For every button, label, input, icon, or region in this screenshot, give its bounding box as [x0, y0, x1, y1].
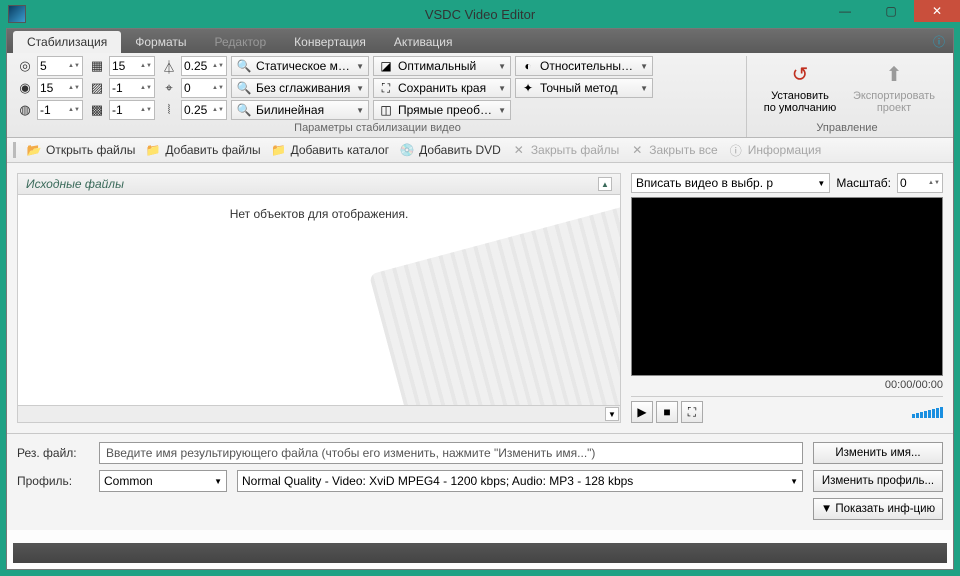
source-files-pane: Исходные файлы ▲ Нет объектов для отобра…	[17, 173, 621, 423]
maximize-button[interactable]: ▢	[868, 0, 914, 22]
help-icon[interactable]: ⓘ	[933, 33, 945, 50]
zoom-icon: 🔍	[236, 103, 252, 117]
tab-convert[interactable]: Конвертация	[280, 31, 380, 53]
folder-open-icon: 📂	[26, 142, 42, 158]
angle-icon: ⏃	[159, 56, 179, 76]
source-files-body[interactable]: Нет объектов для отображения.	[17, 195, 621, 406]
grid-icon: ▦	[87, 56, 107, 76]
close-button[interactable]: ✕	[914, 0, 960, 22]
dd-transform[interactable]: ◫Прямые преобраз▼	[373, 100, 511, 120]
ribbon: ◎5▲▼ ◉15▲▼ ◍-1▲▼ ▦15▲▼ ▨-1▲▼ ▩-1▲▼ ⏃0.25…	[7, 53, 953, 138]
spin-1c[interactable]: -1▲▼	[37, 100, 83, 120]
file-toolbar: 📂Открыть файлы 📁Добавить файлы 📁Добавить…	[7, 138, 953, 163]
ribbon-group-label-2: Управление	[753, 120, 941, 137]
contrast-icon: ◪	[378, 59, 394, 73]
spin-2b[interactable]: -1▲▼	[109, 78, 155, 98]
close-all-button[interactable]: ✕Закрыть все	[629, 142, 717, 158]
bottom-form: Рез. файл: Введите имя результирующего ф…	[7, 433, 953, 530]
dd-optimal[interactable]: ◪Оптимальный▼	[373, 56, 511, 76]
hatch-icon: ▨	[87, 78, 107, 98]
volume-meter[interactable]	[912, 407, 943, 418]
spin-2a[interactable]: 15▲▼	[109, 56, 155, 76]
playback-controls: ▶ ■ ⛶	[631, 401, 943, 423]
status-bar	[13, 543, 947, 563]
spin-1b[interactable]: 15▲▼	[37, 78, 83, 98]
radius-icon: ◎	[15, 56, 35, 76]
titlebar: VSDC Video Editor — ▢ ✕	[0, 0, 960, 28]
collapse-down-icon[interactable]: ▼	[605, 407, 619, 421]
pattern-icon: ▩	[87, 100, 107, 120]
result-file-field[interactable]: Введите имя результирующего файла (чтобы…	[99, 442, 803, 464]
box-icon: ◫	[378, 103, 394, 117]
wave-icon: ⦚	[159, 100, 179, 120]
halfcircle-icon: ◐	[520, 59, 536, 73]
folder-add-icon: 📁	[145, 142, 161, 158]
add-catalog-button[interactable]: 📁Добавить каталог	[271, 142, 390, 158]
undo-icon: ↺	[787, 62, 813, 88]
cross-icon: ⌖	[159, 78, 179, 98]
info-button[interactable]: ⓘИнформация	[728, 142, 821, 158]
stop-button[interactable]: ■	[656, 401, 678, 423]
show-info-button[interactable]: ▼ Показать инф-цию	[813, 498, 943, 520]
profile-select[interactable]: Common▼	[99, 470, 227, 492]
close-files-icon: ✕	[511, 142, 527, 158]
fit-video-dropdown[interactable]: Вписать видео в выбр. р▼	[631, 173, 830, 193]
tab-stabilization[interactable]: Стабилизация	[13, 31, 121, 53]
spin-3c[interactable]: 0.25▲▼	[181, 100, 227, 120]
tab-activation[interactable]: Активация	[380, 31, 467, 53]
folder-yellow-icon: 📁	[271, 142, 287, 158]
change-profile-button[interactable]: Изменить профиль...	[813, 470, 943, 492]
dd-relative[interactable]: ◐Относительные пр▼	[515, 56, 653, 76]
dd-edges[interactable]: ⛶Сохранить края▼	[373, 78, 511, 98]
dots-icon: ◍	[15, 100, 35, 120]
video-preview[interactable]	[631, 197, 943, 376]
spin-3b[interactable]: 0▲▼	[181, 78, 227, 98]
add-dvd-button[interactable]: 💿Добавить DVD	[399, 142, 501, 158]
reset-defaults-button[interactable]: ↺ Установить по умолчанию	[753, 56, 847, 120]
profile-desc-select[interactable]: Normal Quality - Video: XviD MPEG4 - 120…	[237, 470, 803, 492]
source-files-header: Исходные файлы ▲	[17, 173, 621, 195]
zoom-icon: 🔍	[236, 59, 252, 73]
play-button[interactable]: ▶	[631, 401, 653, 423]
app-title: VSDC Video Editor	[425, 7, 535, 22]
app-icon	[8, 5, 26, 23]
zoom-icon: 🔍	[236, 81, 252, 95]
minimize-button[interactable]: —	[822, 0, 868, 22]
preview-pane: Вписать видео в выбр. р▼ Масштаб: 0▲▼ 00…	[631, 173, 943, 423]
dd-interp[interactable]: 🔍Билинейная▼	[231, 100, 369, 120]
result-file-label: Рез. файл:	[17, 446, 89, 460]
export-project-button[interactable]: ⬆ Экспортировать проект	[847, 56, 941, 120]
add-files-button[interactable]: 📁Добавить файлы	[145, 142, 260, 158]
ribbon-group-label-1: Параметры стабилизации видео	[15, 120, 740, 137]
open-files-button[interactable]: 📂Открыть файлы	[26, 142, 135, 158]
circle-filled-icon: ◉	[15, 78, 35, 98]
collapse-up-icon[interactable]: ▲	[598, 177, 612, 191]
timecode: 00:00/00:00	[631, 376, 943, 394]
profile-label: Профиль:	[17, 474, 89, 488]
dd-exact[interactable]: ✦Точный метод▼	[515, 78, 653, 98]
fullscreen-button[interactable]: ⛶	[681, 401, 703, 423]
tab-formats[interactable]: Форматы	[121, 31, 200, 53]
empty-message: Нет объектов для отображения.	[18, 195, 620, 233]
change-name-button[interactable]: Изменить имя...	[813, 442, 943, 464]
dd-smooth[interactable]: 🔍Без сглаживания▼	[231, 78, 369, 98]
close-all-icon: ✕	[629, 142, 645, 158]
zoom-spin[interactable]: 0▲▼	[897, 173, 943, 193]
crop-icon: ⛶	[378, 81, 394, 96]
ribbon-tabs: Стабилизация Форматы Редактор Конвертаци…	[7, 29, 953, 53]
spin-3a[interactable]: 0.25▲▼	[181, 56, 227, 76]
tab-editor[interactable]: Редактор	[201, 31, 281, 53]
zoom-label: Масштаб:	[836, 176, 891, 190]
info-icon: ⓘ	[728, 142, 744, 158]
upload-icon: ⬆	[881, 62, 907, 88]
dvd-icon: 💿	[399, 142, 415, 158]
close-files-button[interactable]: ✕Закрыть файлы	[511, 142, 619, 158]
sparkle-icon: ✦	[520, 81, 536, 95]
dd-scale[interactable]: 🔍Статическое масшт▼	[231, 56, 369, 76]
spin-1a[interactable]: 5▲▼	[37, 56, 83, 76]
spin-2c[interactable]: -1▲▼	[109, 100, 155, 120]
